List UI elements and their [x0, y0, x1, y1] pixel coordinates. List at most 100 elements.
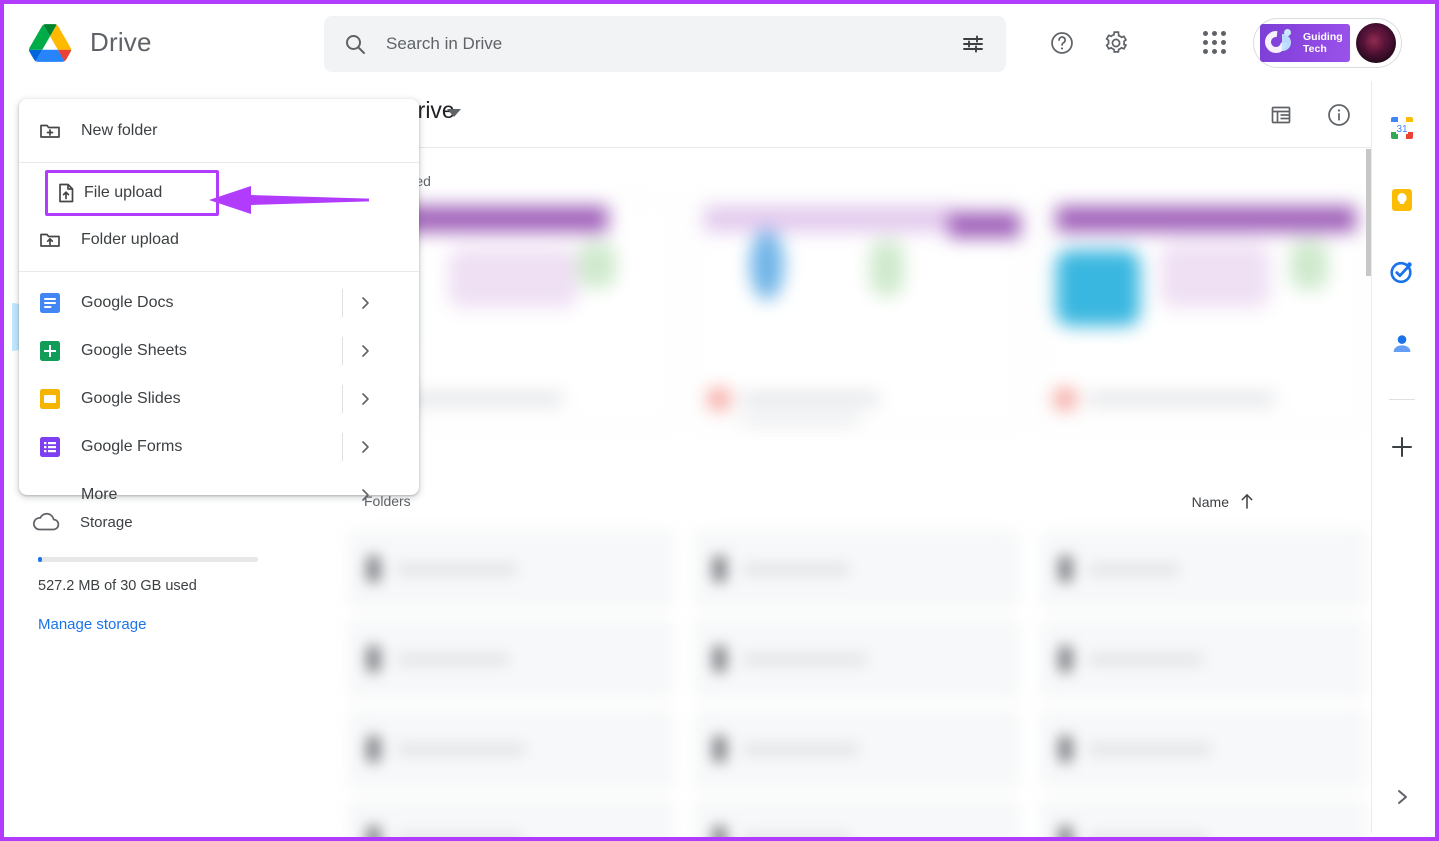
search-input[interactable] [386, 34, 960, 54]
list-view-icon [1269, 103, 1293, 127]
sort-label: Name [1191, 493, 1229, 510]
header-divider [319, 147, 1379, 148]
left-arrow-annotation [209, 186, 369, 214]
search-bar[interactable] [324, 16, 1006, 72]
menu-item-google-slides[interactable]: Google Slides [19, 375, 419, 423]
folder-card[interactable] [347, 619, 675, 699]
search-icon [342, 31, 368, 57]
sort-by-name-button[interactable]: Name [1192, 493, 1255, 510]
expand-panel-button[interactable] [1372, 773, 1432, 821]
new-item-menu: New folder File upload Folder upload Goo… [19, 99, 419, 503]
menu-item-label: Google Sheets [81, 342, 187, 359]
menu-item-google-sheets[interactable]: Google Sheets [19, 327, 419, 375]
topbar-actions: Guiding Tech [1039, 4, 1402, 81]
top-app-bar: Drive Search in Drive Guiding Tech [4, 4, 1435, 81]
menu-item-separator [342, 433, 343, 461]
avatar[interactable] [1356, 22, 1396, 63]
menu-item-label: More [81, 486, 118, 503]
info-circle-icon [1326, 102, 1352, 128]
new-folder-icon [19, 119, 81, 143]
folder-grid [347, 529, 1367, 837]
storage-progress-bar [38, 557, 258, 562]
google-contacts-icon[interactable] [1379, 321, 1425, 367]
chevron-right-icon [357, 439, 373, 455]
menu-item-file-upload[interactable]: File upload [45, 170, 219, 216]
file-upload-icon [48, 181, 84, 205]
main-content: My Drive [319, 81, 1379, 837]
google-drive-logo[interactable] [26, 22, 74, 64]
folder-upload-icon [19, 228, 81, 252]
app-title: Drive [90, 27, 152, 57]
folder-card[interactable] [347, 709, 675, 789]
help-circle-icon [1049, 30, 1075, 56]
suggested-file-card[interactable] [1039, 199, 1367, 427]
folder-card[interactable] [347, 799, 675, 837]
tune-icon[interactable] [960, 31, 986, 57]
workspace-badge-line1: Guiding [1303, 30, 1343, 43]
storage-progress-fill [38, 557, 42, 562]
content-header: My Drive [319, 81, 1379, 148]
apps-grid-icon [1202, 31, 1226, 54]
menu-item-more[interactable]: More [19, 471, 419, 519]
chevron-right-icon [357, 391, 373, 407]
folder-card[interactable] [1039, 619, 1367, 699]
suggested-file-card[interactable] [693, 199, 1021, 427]
workspace-badge-text: Guiding Tech [1303, 31, 1343, 55]
folder-card[interactable] [693, 709, 1021, 789]
google-calendar-icon[interactable]: 31 [1379, 105, 1425, 151]
google-forms-icon [19, 436, 81, 458]
gt-logo-icon [1260, 26, 1299, 57]
suggested-files-grid [347, 199, 1367, 434]
folder-card[interactable] [693, 799, 1021, 837]
arrow-up-icon [1239, 493, 1255, 510]
manage-storage-link[interactable]: Manage storage [38, 616, 146, 633]
folder-card[interactable] [693, 529, 1021, 609]
folder-card[interactable] [693, 619, 1021, 699]
google-slides-icon [19, 388, 81, 410]
content-header-actions [1261, 95, 1359, 135]
google-tasks-icon[interactable] [1379, 249, 1425, 295]
rail-divider [1388, 399, 1415, 400]
menu-item-label: Google Docs [81, 294, 174, 311]
chevron-right-icon [357, 487, 373, 503]
folder-card[interactable] [1039, 529, 1367, 609]
menu-item-google-docs[interactable]: Google Docs [19, 279, 419, 327]
chevron-right-icon [1392, 787, 1412, 807]
chevron-right-icon [357, 343, 373, 359]
google-apps-button[interactable] [1191, 20, 1237, 66]
folder-card[interactable] [1039, 709, 1367, 789]
account-switcher[interactable]: Guiding Tech [1253, 17, 1402, 68]
gear-icon [1103, 30, 1129, 56]
menu-item-new-folder[interactable]: New folder [19, 107, 419, 155]
list-view-button[interactable] [1261, 95, 1301, 135]
svg-text:31: 31 [1396, 124, 1408, 135]
workspace-badge: Guiding Tech [1260, 23, 1350, 62]
browser-page: Drive Search in Drive Guiding Tech Stora… [0, 0, 1439, 841]
side-panel-rail: 31 [1371, 81, 1431, 833]
menu-item-separator [342, 337, 343, 365]
help-button[interactable] [1039, 20, 1085, 66]
chevron-down-icon[interactable] [447, 109, 461, 117]
menu-item-label: File upload [84, 184, 163, 201]
storage-section: Storage 527.2 MB of 30 GB used Manage st… [24, 499, 314, 634]
menu-item-google-forms[interactable]: Google Forms [19, 423, 419, 471]
add-app-button[interactable] [1379, 424, 1425, 470]
menu-item-label: New folder [81, 122, 158, 139]
folder-card[interactable] [347, 529, 675, 609]
workspace-badge-line2: Tech [1303, 42, 1327, 55]
google-sheets-icon [19, 340, 81, 362]
chevron-right-icon [357, 295, 373, 311]
menu-divider [19, 271, 419, 272]
menu-item-label: Folder upload [81, 231, 179, 248]
menu-item-label: Google Slides [81, 390, 181, 407]
storage-usage-text: 527.2 MB of 30 GB used [38, 578, 197, 594]
plus-icon [1389, 434, 1415, 460]
details-button[interactable] [1319, 95, 1359, 135]
menu-item-folder-upload[interactable]: Folder upload [19, 216, 419, 264]
menu-divider [19, 162, 419, 163]
google-docs-icon [19, 292, 81, 314]
google-keep-icon[interactable] [1379, 177, 1425, 223]
settings-button[interactable] [1093, 20, 1139, 66]
menu-item-separator [342, 385, 343, 413]
folder-card[interactable] [1039, 799, 1367, 837]
